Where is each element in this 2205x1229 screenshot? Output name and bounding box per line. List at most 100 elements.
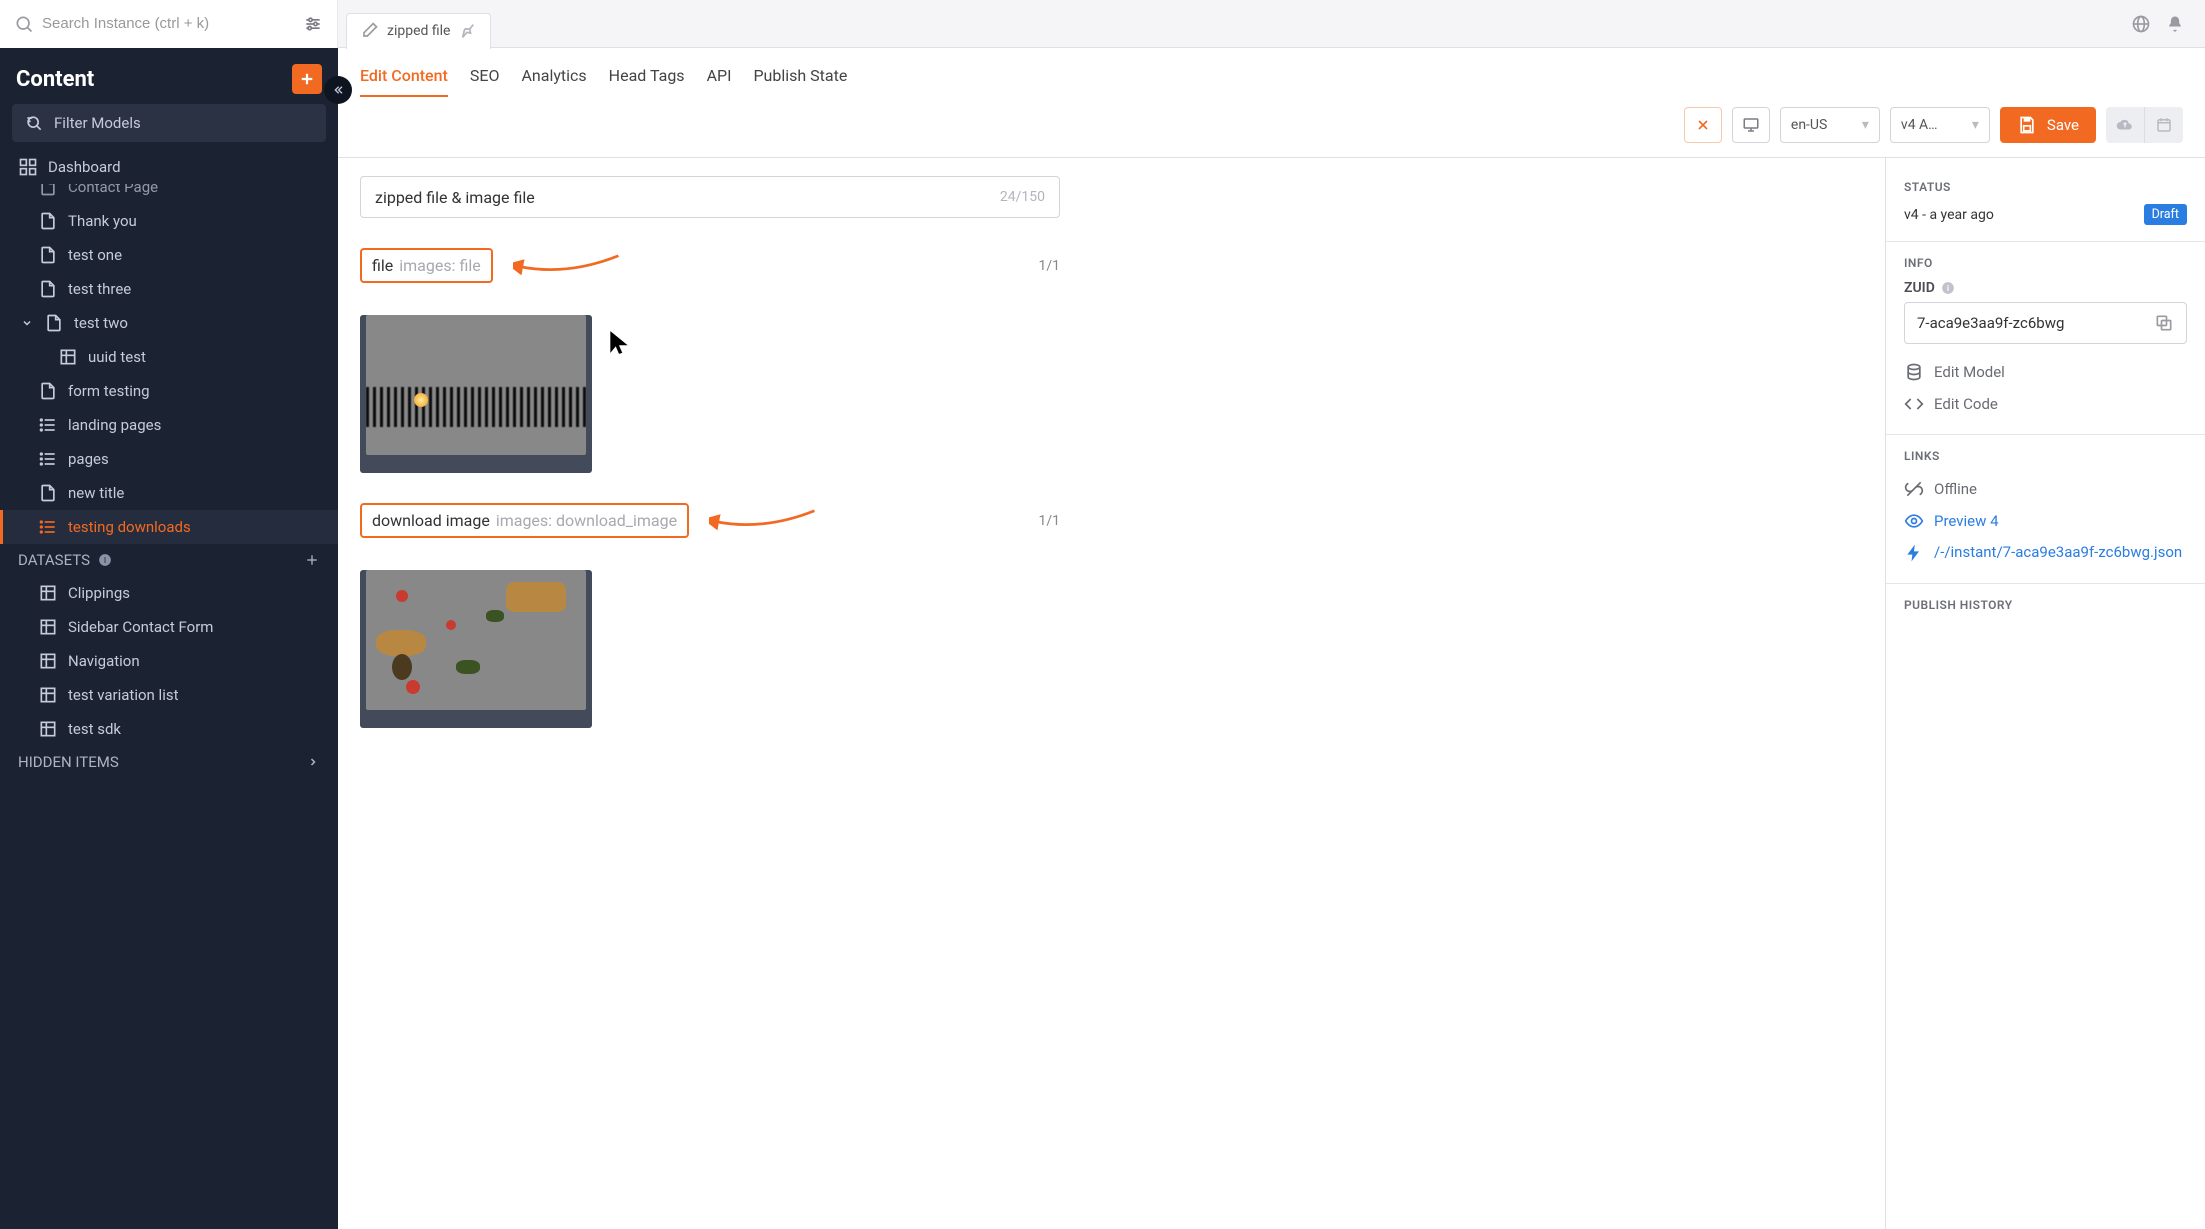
sidebar-item-label: test one: [68, 246, 122, 264]
version-select[interactable]: v4 A… ▾: [1890, 107, 1990, 143]
page-icon: [38, 381, 58, 401]
nav-label: Dashboard: [48, 158, 121, 176]
field-file-label: file images: file: [360, 248, 493, 283]
preview-link[interactable]: Preview 4: [1904, 505, 2187, 537]
preview-device-button[interactable]: [1732, 107, 1770, 143]
sidebar-item[interactable]: new title: [0, 476, 338, 510]
publish-cloud-button[interactable]: [2106, 107, 2144, 143]
search-icon: [14, 14, 34, 34]
sidebar-item[interactable]: Clippings: [0, 576, 338, 610]
list-icon: [38, 449, 58, 469]
sidebar-item[interactable]: form testing: [0, 374, 338, 408]
sidebar-item-label: Sidebar Contact Form: [68, 618, 213, 636]
plus-icon[interactable]: [304, 552, 320, 568]
subtab[interactable]: Publish State: [753, 66, 847, 97]
save-button[interactable]: Save: [2000, 107, 2096, 143]
chevron-down-icon: [20, 316, 34, 330]
datasets-group-head[interactable]: DATASETS i: [0, 544, 338, 576]
sidebar-item-label: new title: [68, 484, 124, 502]
sidebar-item[interactable]: Navigation: [0, 644, 338, 678]
schedule-button[interactable]: [2145, 107, 2183, 143]
zuid-label: ZUID: [1904, 280, 1935, 296]
sidebar-item[interactable]: uuid test: [0, 340, 338, 374]
list-icon: [38, 517, 58, 537]
bell-icon[interactable]: [2165, 14, 2185, 34]
pencil-icon: [359, 21, 379, 41]
sidebar-item-label: uuid test: [88, 348, 146, 366]
panel-link-label: Preview 4: [1934, 512, 1999, 530]
panel-link-label: Edit Code: [1934, 395, 1998, 413]
search-input[interactable]: [42, 15, 295, 32]
chevron-right-icon: [306, 755, 320, 769]
json-link[interactable]: /-/instant/7-aca9e3aa9f-zc6bwg.json: [1904, 537, 2187, 569]
globe-icon[interactable]: [2131, 14, 2151, 34]
zuid-value: 7-aca9e3aa9f-zc6bwg: [1917, 314, 2064, 332]
field-download-image-label: download image images: download_image: [360, 503, 689, 538]
table-icon: [38, 651, 58, 671]
chevron-down-icon: ▾: [1972, 117, 1979, 133]
sidebar-item[interactable]: test sdk: [0, 712, 338, 746]
sidebar-item[interactable]: test two: [0, 306, 338, 340]
code-icon: [1904, 394, 1924, 414]
subtab[interactable]: Analytics: [521, 66, 586, 97]
sidebar-item[interactable]: pages: [0, 442, 338, 476]
sidebar-item-label: pages: [68, 450, 109, 468]
sidebar-item[interactable]: Contact Page: [0, 184, 338, 204]
hidden-items-label: HIDDEN ITEMS: [18, 753, 119, 771]
subtab[interactable]: API: [707, 66, 732, 97]
filter-sliders-icon[interactable]: [303, 14, 323, 34]
page-icon: [38, 211, 58, 231]
page-icon: [44, 313, 64, 333]
sidebar-item[interactable]: landing pages: [0, 408, 338, 442]
field-label-text: download image: [372, 511, 490, 530]
links-heading: LINKS: [1904, 449, 2187, 463]
thumbnail-image: [366, 315, 586, 455]
chevron-down-icon: ▾: [1862, 117, 1869, 133]
svg-text:i: i: [104, 556, 106, 565]
add-content-button[interactable]: [292, 64, 322, 94]
locale-select[interactable]: en-US ▾: [1780, 107, 1880, 143]
panel-link-label: Offline: [1934, 480, 1977, 498]
sidebar-item-label: test sdk: [68, 720, 121, 738]
field-label-text: file: [372, 256, 393, 275]
field-count: 1/1: [1038, 258, 1060, 274]
collapse-sidebar-button[interactable]: [324, 76, 352, 104]
list-icon: [38, 415, 58, 435]
sidebar-item-label: landing pages: [68, 416, 161, 434]
subtab[interactable]: Edit Content: [360, 66, 448, 97]
dashboard-icon: [18, 157, 38, 177]
sidebar-item-label: test two: [74, 314, 128, 332]
panel-link-label: /-/instant/7-aca9e3aa9f-zc6bwg.json: [1934, 543, 2182, 561]
publish-history-heading: PUBLISH HISTORY: [1904, 598, 2187, 612]
sidebar-item[interactable]: Thank you: [0, 204, 338, 238]
datasets-label: DATASETS: [18, 551, 90, 569]
pin-icon[interactable]: [458, 21, 478, 41]
database-icon: [1904, 362, 1924, 382]
subtab[interactable]: SEO: [470, 66, 500, 97]
page-icon: [38, 245, 58, 265]
sidebar-item[interactable]: test three: [0, 272, 338, 306]
sidebar-item[interactable]: testing downloads: [0, 510, 338, 544]
sidebar-title: Content: [16, 67, 94, 92]
image-card[interactable]: ✕: [360, 570, 592, 728]
edit-code-link[interactable]: Edit Code: [1904, 388, 2187, 420]
sidebar-item[interactable]: test one: [0, 238, 338, 272]
open-tab[interactable]: zipped file: [346, 13, 491, 49]
nav-dashboard[interactable]: Dashboard: [0, 150, 338, 184]
tab-title: zipped file: [387, 23, 450, 39]
filter-label: Filter Models: [54, 114, 314, 132]
title-input[interactable]: zipped file & image file 24/150: [360, 176, 1060, 218]
table-icon: [38, 617, 58, 637]
sidebar-item[interactable]: Sidebar Contact Form: [0, 610, 338, 644]
sidebar-item[interactable]: test variation list: [0, 678, 338, 712]
hidden-items-group-head[interactable]: HIDDEN ITEMS: [0, 746, 338, 778]
copy-icon[interactable]: [2154, 313, 2174, 333]
close-editor-button[interactable]: [1684, 107, 1722, 143]
sidebar-item-label: Contact Page: [68, 184, 158, 196]
panel-link-label: Edit Model: [1934, 363, 2005, 381]
image-card[interactable]: ✕: [360, 315, 592, 473]
edit-model-link[interactable]: Edit Model: [1904, 356, 2187, 388]
subtab[interactable]: Head Tags: [609, 66, 685, 97]
filter-icon: [24, 113, 44, 133]
filter-models-input[interactable]: Filter Models: [12, 104, 326, 142]
